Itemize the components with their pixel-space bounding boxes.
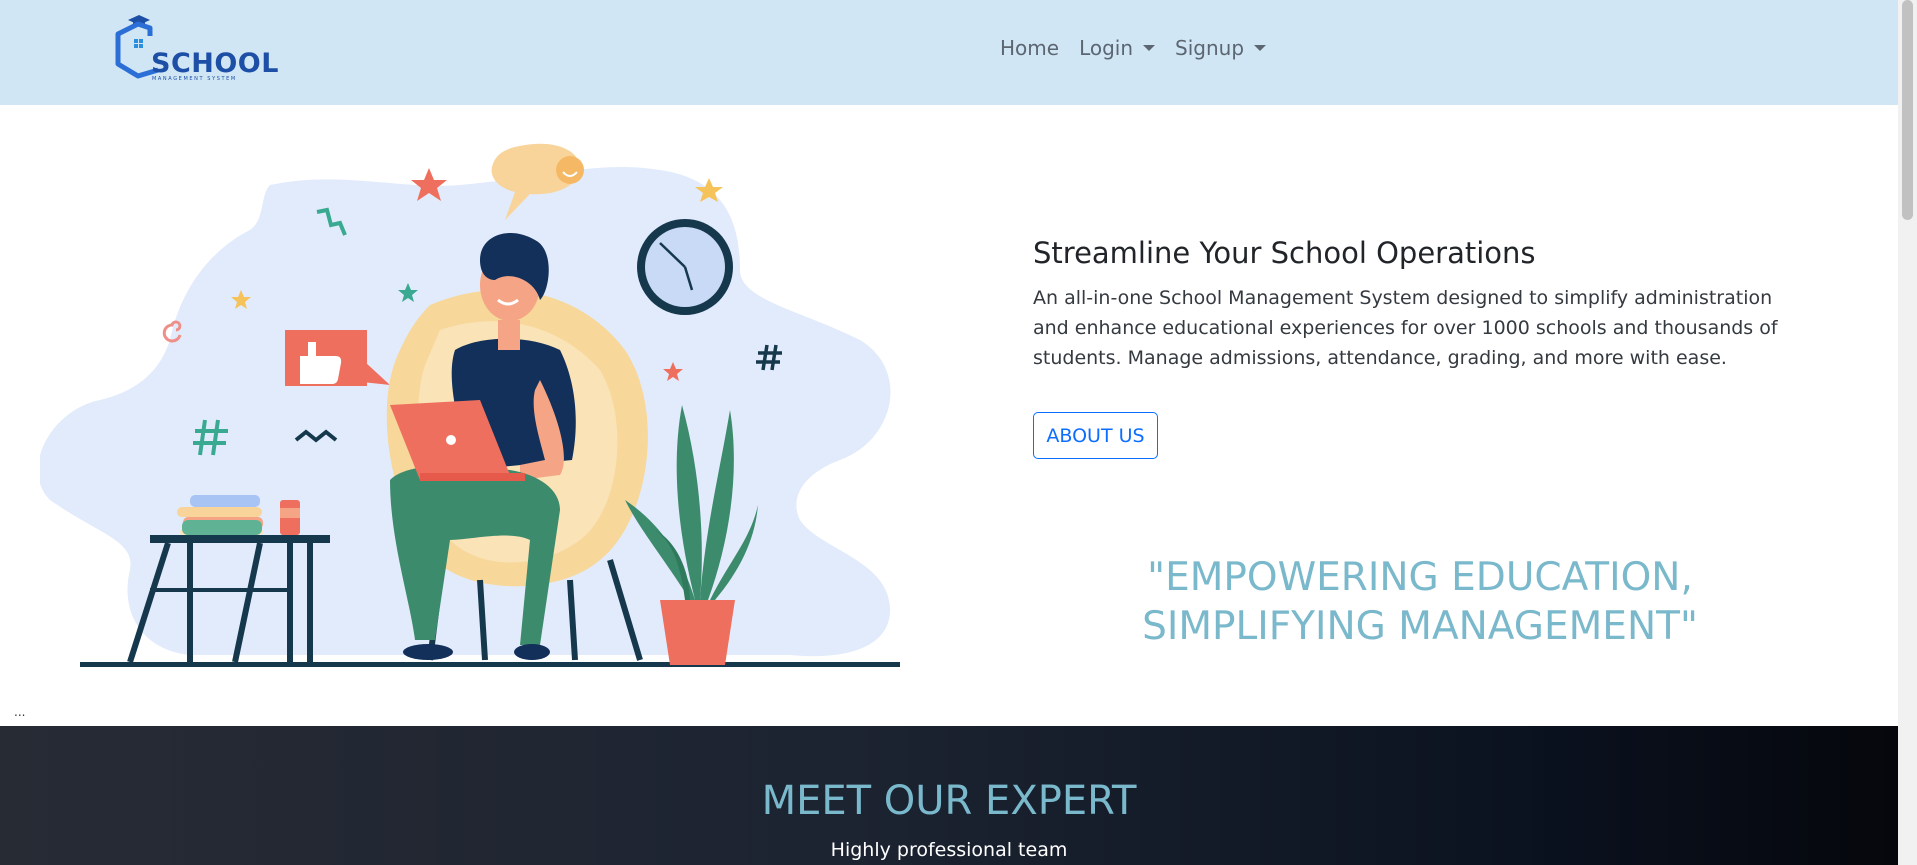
hero-title: Streamline Your School Operations xyxy=(1033,236,1536,270)
caret-down-icon xyxy=(1254,45,1267,51)
hero-illustration xyxy=(40,143,900,667)
nav-login-dropdown[interactable]: Login xyxy=(1069,36,1165,60)
school-logo[interactable]: SCHOOL MANAGEMENT SYSTEM xyxy=(112,14,278,84)
caret-down-icon xyxy=(1143,45,1156,51)
experts-section: MEET OUR EXPERT Highly professional team xyxy=(0,726,1898,865)
nav-home-link[interactable]: Home xyxy=(990,36,1069,60)
nav-login-label: Login xyxy=(1079,36,1134,60)
navbar: SCHOOL MANAGEMENT SYSTEM Home Login Sign… xyxy=(0,0,1898,105)
ellipsis-text: ... xyxy=(14,705,26,719)
about-us-button[interactable]: ABOUT US xyxy=(1033,412,1158,459)
nav-signup-label: Signup xyxy=(1175,36,1245,60)
nav-links: Home Login Signup xyxy=(990,36,1276,60)
nav-home-label: Home xyxy=(1000,36,1060,60)
page-scrollbar[interactable] xyxy=(1898,0,1917,865)
hero-quote: "EMPOWERING EDUCATION, SIMPLIFYING MANAG… xyxy=(1142,555,1698,649)
experts-title: MEET OUR EXPERT xyxy=(761,778,1137,824)
logo-text: SCHOOL xyxy=(151,48,279,79)
logo-subtext: MANAGEMENT SYSTEM xyxy=(152,76,237,82)
scrollbar-thumb[interactable] xyxy=(1902,0,1913,220)
hero-description: An all-in-one School Management System d… xyxy=(1033,287,1778,369)
experts-subtitle: Highly professional team xyxy=(830,839,1068,861)
nav-signup-dropdown[interactable]: Signup xyxy=(1165,36,1276,60)
